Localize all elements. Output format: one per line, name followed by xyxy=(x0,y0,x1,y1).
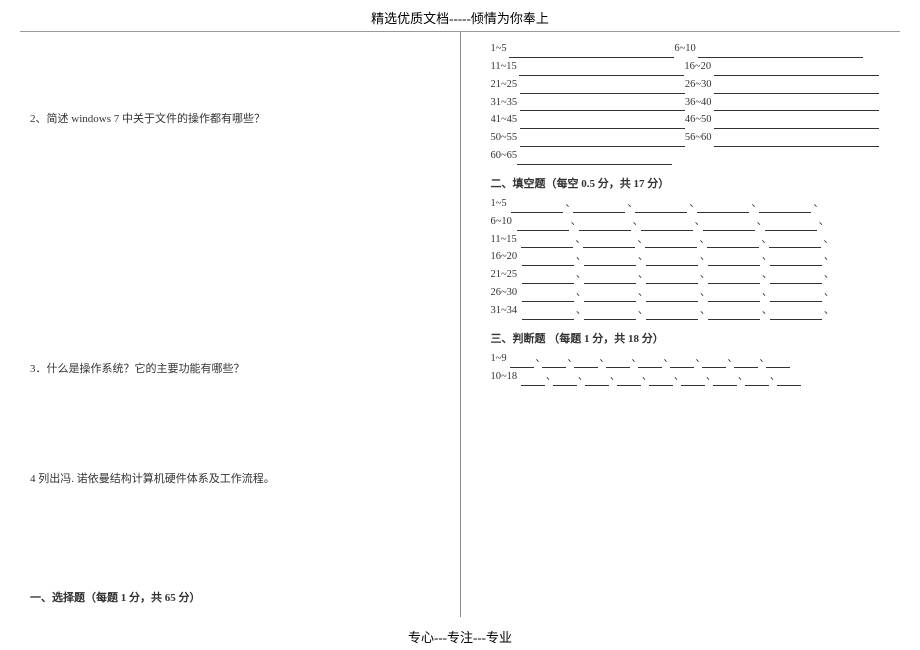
choice-answer-row: 31~35 36~40 xyxy=(491,94,899,112)
question-2: 2、简述 windows 7 中关于文件的操作都有哪些？ xyxy=(30,110,438,130)
choice-answer-row: 21~25 26~30 xyxy=(491,76,899,94)
fill-answer-row: 1~5 、、、、、 xyxy=(491,195,899,213)
question-4: 4 列出冯. 诺依曼结构计算机硬件体系及工作流程。 xyxy=(30,470,438,490)
choice-answer-row: 50~55 56~60 xyxy=(491,129,899,147)
fill-answer-row: 31~34 、、、、、 xyxy=(491,302,899,320)
page-body: 2、简述 windows 7 中关于文件的操作都有哪些？ 3．什么是操作系统？它… xyxy=(0,32,920,617)
page-footer: 专心---专注---专业 xyxy=(0,627,920,646)
judge-answer-row: 10~18 、、、、、、、、 xyxy=(491,368,899,386)
fill-answer-row: 26~30 、、、、、 xyxy=(491,284,899,302)
choice-answer-row: 41~45 46~50 xyxy=(491,111,899,129)
choice-answer-row: 1~5 6~10 xyxy=(491,40,899,58)
fill-answer-row: 6~10 、、、、、 xyxy=(491,213,899,231)
right-column: 1~5 6~10 11~15 16~20 21~25 26~30 31~35 3… xyxy=(461,32,920,617)
left-column: 2、简述 windows 7 中关于文件的操作都有哪些？ 3．什么是操作系统？它… xyxy=(0,32,460,617)
section-3-title: 三、判断题 （每题 1 分，共 18 分） xyxy=(491,330,899,346)
section-2-title: 二、填空题（每空 0.5 分，共 17 分） xyxy=(491,175,899,191)
question-3: 3．什么是操作系统？它的主要功能有哪些？ xyxy=(30,360,438,380)
page-header: 精选优质文档-----倾情为你奉上 xyxy=(0,0,920,29)
choice-answer-row: 11~15 16~20 xyxy=(491,58,899,76)
choice-answer-row: 60~65 xyxy=(491,147,899,165)
fill-answer-row: 21~25 、、、、、 xyxy=(491,266,899,284)
judge-answer-row: 1~9 、、、、、、、、 xyxy=(491,350,899,368)
fill-answer-row: 16~20 、、、、、 xyxy=(491,248,899,266)
fill-answer-row: 11~15 、、、、、 xyxy=(491,231,899,249)
section-1-title: 一、选择题（每题 1 分，共 65 分） xyxy=(30,589,438,609)
